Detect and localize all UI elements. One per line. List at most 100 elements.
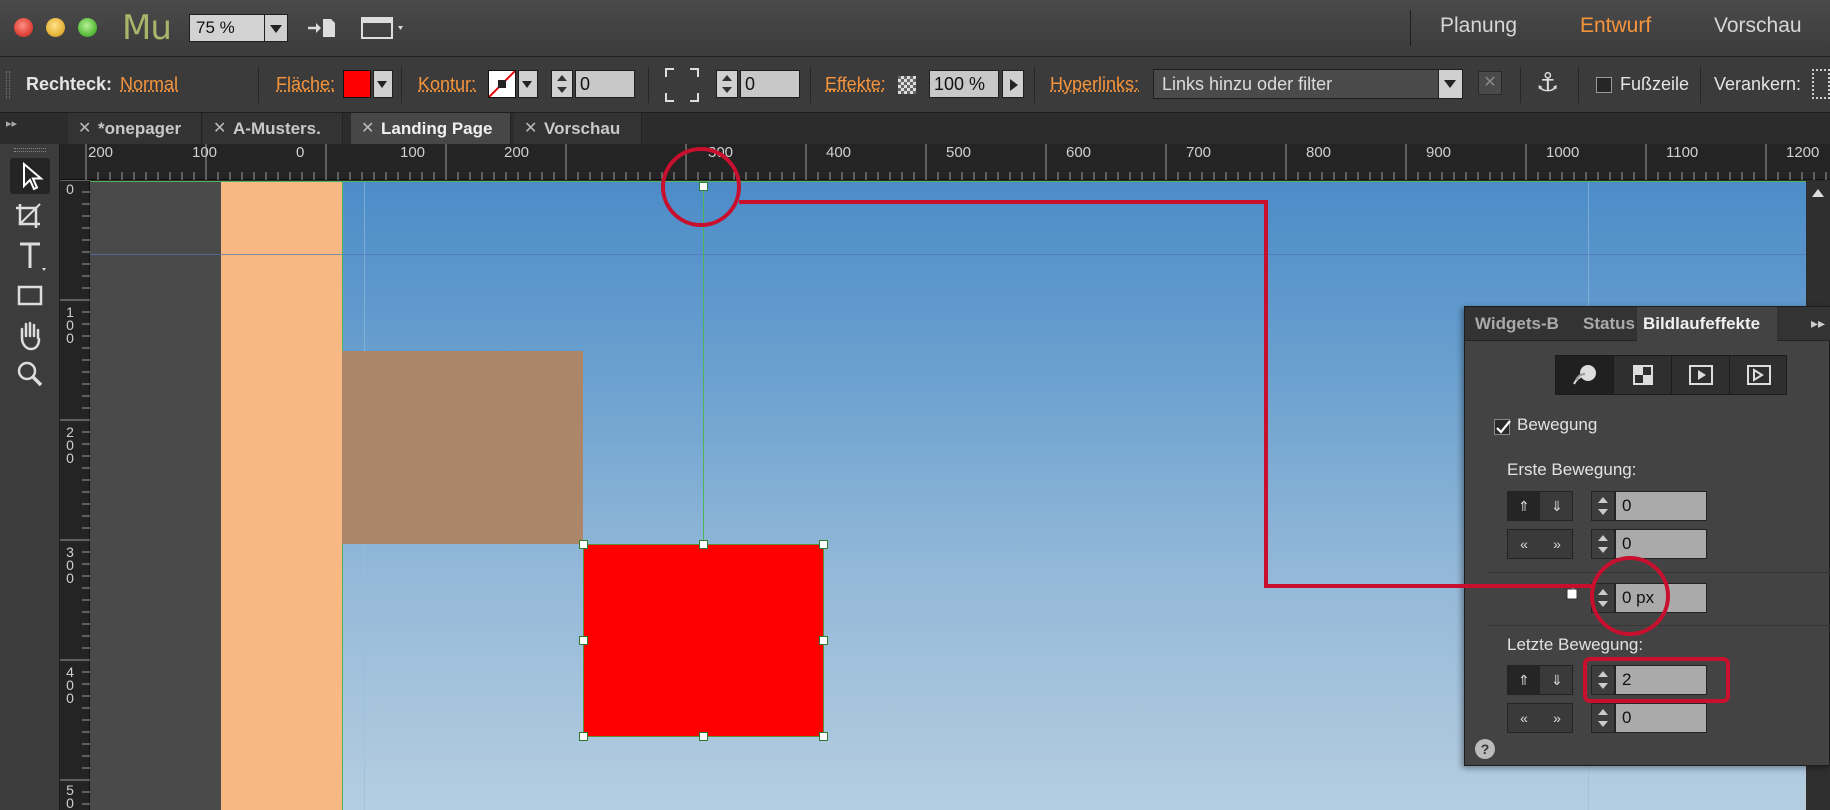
direction-right-icon[interactable]: » <box>1541 530 1573 558</box>
last-vertical-field[interactable]: 2 <box>1615 665 1707 695</box>
direction-up-icon[interactable]: ⇑ <box>1508 666 1540 694</box>
opacity-effect-icon[interactable] <box>1614 356 1672 394</box>
separator <box>810 67 811 103</box>
fill-color-swatch[interactable] <box>343 70 371 98</box>
ruler-label: 100 <box>400 144 426 161</box>
rectangle-tool-icon[interactable] <box>10 278 50 314</box>
grip-handle[interactable] <box>6 71 10 99</box>
ruler-label: 2 0 0 <box>66 424 74 466</box>
stroke-color-swatch[interactable] <box>488 70 516 98</box>
separator <box>1578 67 1579 103</box>
nav-entwurf[interactable]: Entwurf <box>1580 14 1651 38</box>
last-vertical-stepper[interactable] <box>1591 665 1615 695</box>
ruler-label: 500 <box>946 144 972 161</box>
motion-effect-icon[interactable] <box>1556 356 1614 394</box>
close-tab-icon[interactable]: ✕ <box>213 113 226 144</box>
ruler-label: 200 <box>88 144 114 161</box>
adobe-edge-effect-icon[interactable] <box>1730 356 1788 394</box>
corner-radius-stepper[interactable] <box>716 70 738 98</box>
close-tab-icon[interactable]: ✕ <box>361 113 374 144</box>
tab-landing-page[interactable]: ✕ Landing Page <box>351 113 511 144</box>
close-tab-icon[interactable]: ✕ <box>78 113 91 144</box>
close-tab-icon[interactable]: ✕ <box>524 113 537 144</box>
slideshow-effect-icon[interactable] <box>1672 356 1730 394</box>
zoom-dropdown-button[interactable] <box>264 14 288 42</box>
opacity-field[interactable]: 100 % <box>929 70 999 98</box>
opacity-slider-button[interactable] <box>1002 70 1024 98</box>
effects-label[interactable]: Effekte: <box>825 74 886 95</box>
close-window-button[interactable] <box>14 18 33 37</box>
tab-onepager[interactable]: ✕ *onepager <box>68 113 202 144</box>
nav-planung[interactable]: Planung <box>1440 14 1517 38</box>
footer-checkbox[interactable] <box>1596 77 1612 93</box>
tab-scroll-effects[interactable]: Bildlaufeffekte <box>1637 307 1777 341</box>
anchor-grid-icon[interactable] <box>1812 69 1830 99</box>
resize-handle[interactable] <box>819 732 828 741</box>
resize-handle[interactable] <box>819 540 828 549</box>
crop-tool-icon[interactable] <box>10 198 50 234</box>
hyperlinks-input[interactable]: Links hinzu oder filter <box>1153 69 1463 99</box>
stroke-label[interactable]: Kontur: <box>418 74 476 95</box>
direction-left-icon[interactable]: « <box>1508 704 1540 732</box>
fill-label[interactable]: Fläche: <box>276 74 335 95</box>
first-horizontal-stepper[interactable] <box>1591 529 1615 559</box>
resize-handle[interactable] <box>699 732 708 741</box>
resize-handle[interactable] <box>579 636 588 645</box>
key-position-field[interactable]: 0 px <box>1615 583 1707 613</box>
hyperlinks-dropdown[interactable] <box>1438 70 1462 98</box>
direction-up-icon[interactable]: ⇑ <box>1508 492 1540 520</box>
stroke-dropdown[interactable] <box>518 70 538 98</box>
object-style-link[interactable]: Normal <box>120 74 178 95</box>
direction-down-icon[interactable]: ⇓ <box>1541 666 1573 694</box>
hand-tool-icon[interactable] <box>10 318 50 354</box>
brown-rectangle[interactable] <box>342 351 583 544</box>
zoom-window-button[interactable] <box>78 18 97 37</box>
tab-widgets[interactable]: Widgets-B <box>1469 307 1575 341</box>
clear-link-button[interactable]: ✕ <box>1478 71 1502 95</box>
motion-key-handle[interactable] <box>699 182 708 191</box>
vertical-ruler[interactable]: 0 1 0 0 2 0 0 3 0 0 4 0 0 5 0 <box>60 180 90 810</box>
chevron-down-icon <box>377 81 387 88</box>
tab-status[interactable]: Status <box>1577 307 1637 341</box>
export-page-icon[interactable] <box>305 14 337 42</box>
anchor-icon[interactable]: ⚓ <box>1536 67 1559 98</box>
corner-radius-icon[interactable] <box>664 67 700 103</box>
stroke-width-field[interactable]: 0 <box>575 70 635 98</box>
last-vertical-direction: ⇑ ⇓ <box>1507 665 1573 695</box>
corner-radius-field[interactable]: 0 <box>740 70 800 98</box>
resize-handle[interactable] <box>579 540 588 549</box>
key-position-stepper[interactable] <box>1591 583 1615 613</box>
resize-handle[interactable] <box>819 636 828 645</box>
zoom-tool-icon[interactable] <box>10 356 50 392</box>
selected-red-rectangle[interactable] <box>583 544 824 737</box>
opacity-icon <box>898 76 916 94</box>
direction-right-icon[interactable]: » <box>1541 704 1573 732</box>
motion-checkbox[interactable] <box>1494 419 1511 435</box>
direction-left-icon[interactable]: « <box>1508 530 1540 558</box>
first-vertical-field[interactable]: 0 <box>1615 491 1707 521</box>
text-tool-icon[interactable] <box>10 238 50 274</box>
scroll-up-arrow-icon[interactable] <box>1812 189 1824 197</box>
resize-handle[interactable] <box>579 732 588 741</box>
tab-vorschau[interactable]: ✕ Vorschau <box>514 113 642 144</box>
direction-down-icon[interactable]: ⇓ <box>1541 492 1573 520</box>
panel-menu-icon[interactable]: ▸▸ <box>1811 315 1825 332</box>
collapse-panel-icon[interactable]: ▸▸ <box>6 117 17 130</box>
horizontal-ruler[interactable]: 200 100 0 100 200 300 400 500 600 700 80… <box>60 144 1830 180</box>
first-horizontal-field[interactable]: 0 <box>1615 529 1707 559</box>
help-icon[interactable]: ? <box>1475 739 1495 759</box>
tab-a-musters[interactable]: ✕ A-Musters. <box>203 113 343 144</box>
nav-vorschau[interactable]: Vorschau <box>1714 14 1802 38</box>
ruler-label: 1 0 0 <box>66 304 74 346</box>
toolbox-grip[interactable] <box>14 148 46 152</box>
stroke-width-stepper[interactable] <box>551 70 573 98</box>
last-horizontal-field[interactable]: 0 <box>1615 703 1707 733</box>
fill-dropdown[interactable] <box>373 70 393 98</box>
hyperlinks-label[interactable]: Hyperlinks: <box>1050 74 1139 95</box>
resize-handle[interactable] <box>699 540 708 549</box>
first-vertical-stepper[interactable] <box>1591 491 1615 521</box>
last-horizontal-stepper[interactable] <box>1591 703 1615 733</box>
minimize-window-button[interactable] <box>46 18 65 37</box>
selection-tool-icon[interactable] <box>10 158 50 194</box>
preview-media-icon[interactable] <box>360 14 408 42</box>
